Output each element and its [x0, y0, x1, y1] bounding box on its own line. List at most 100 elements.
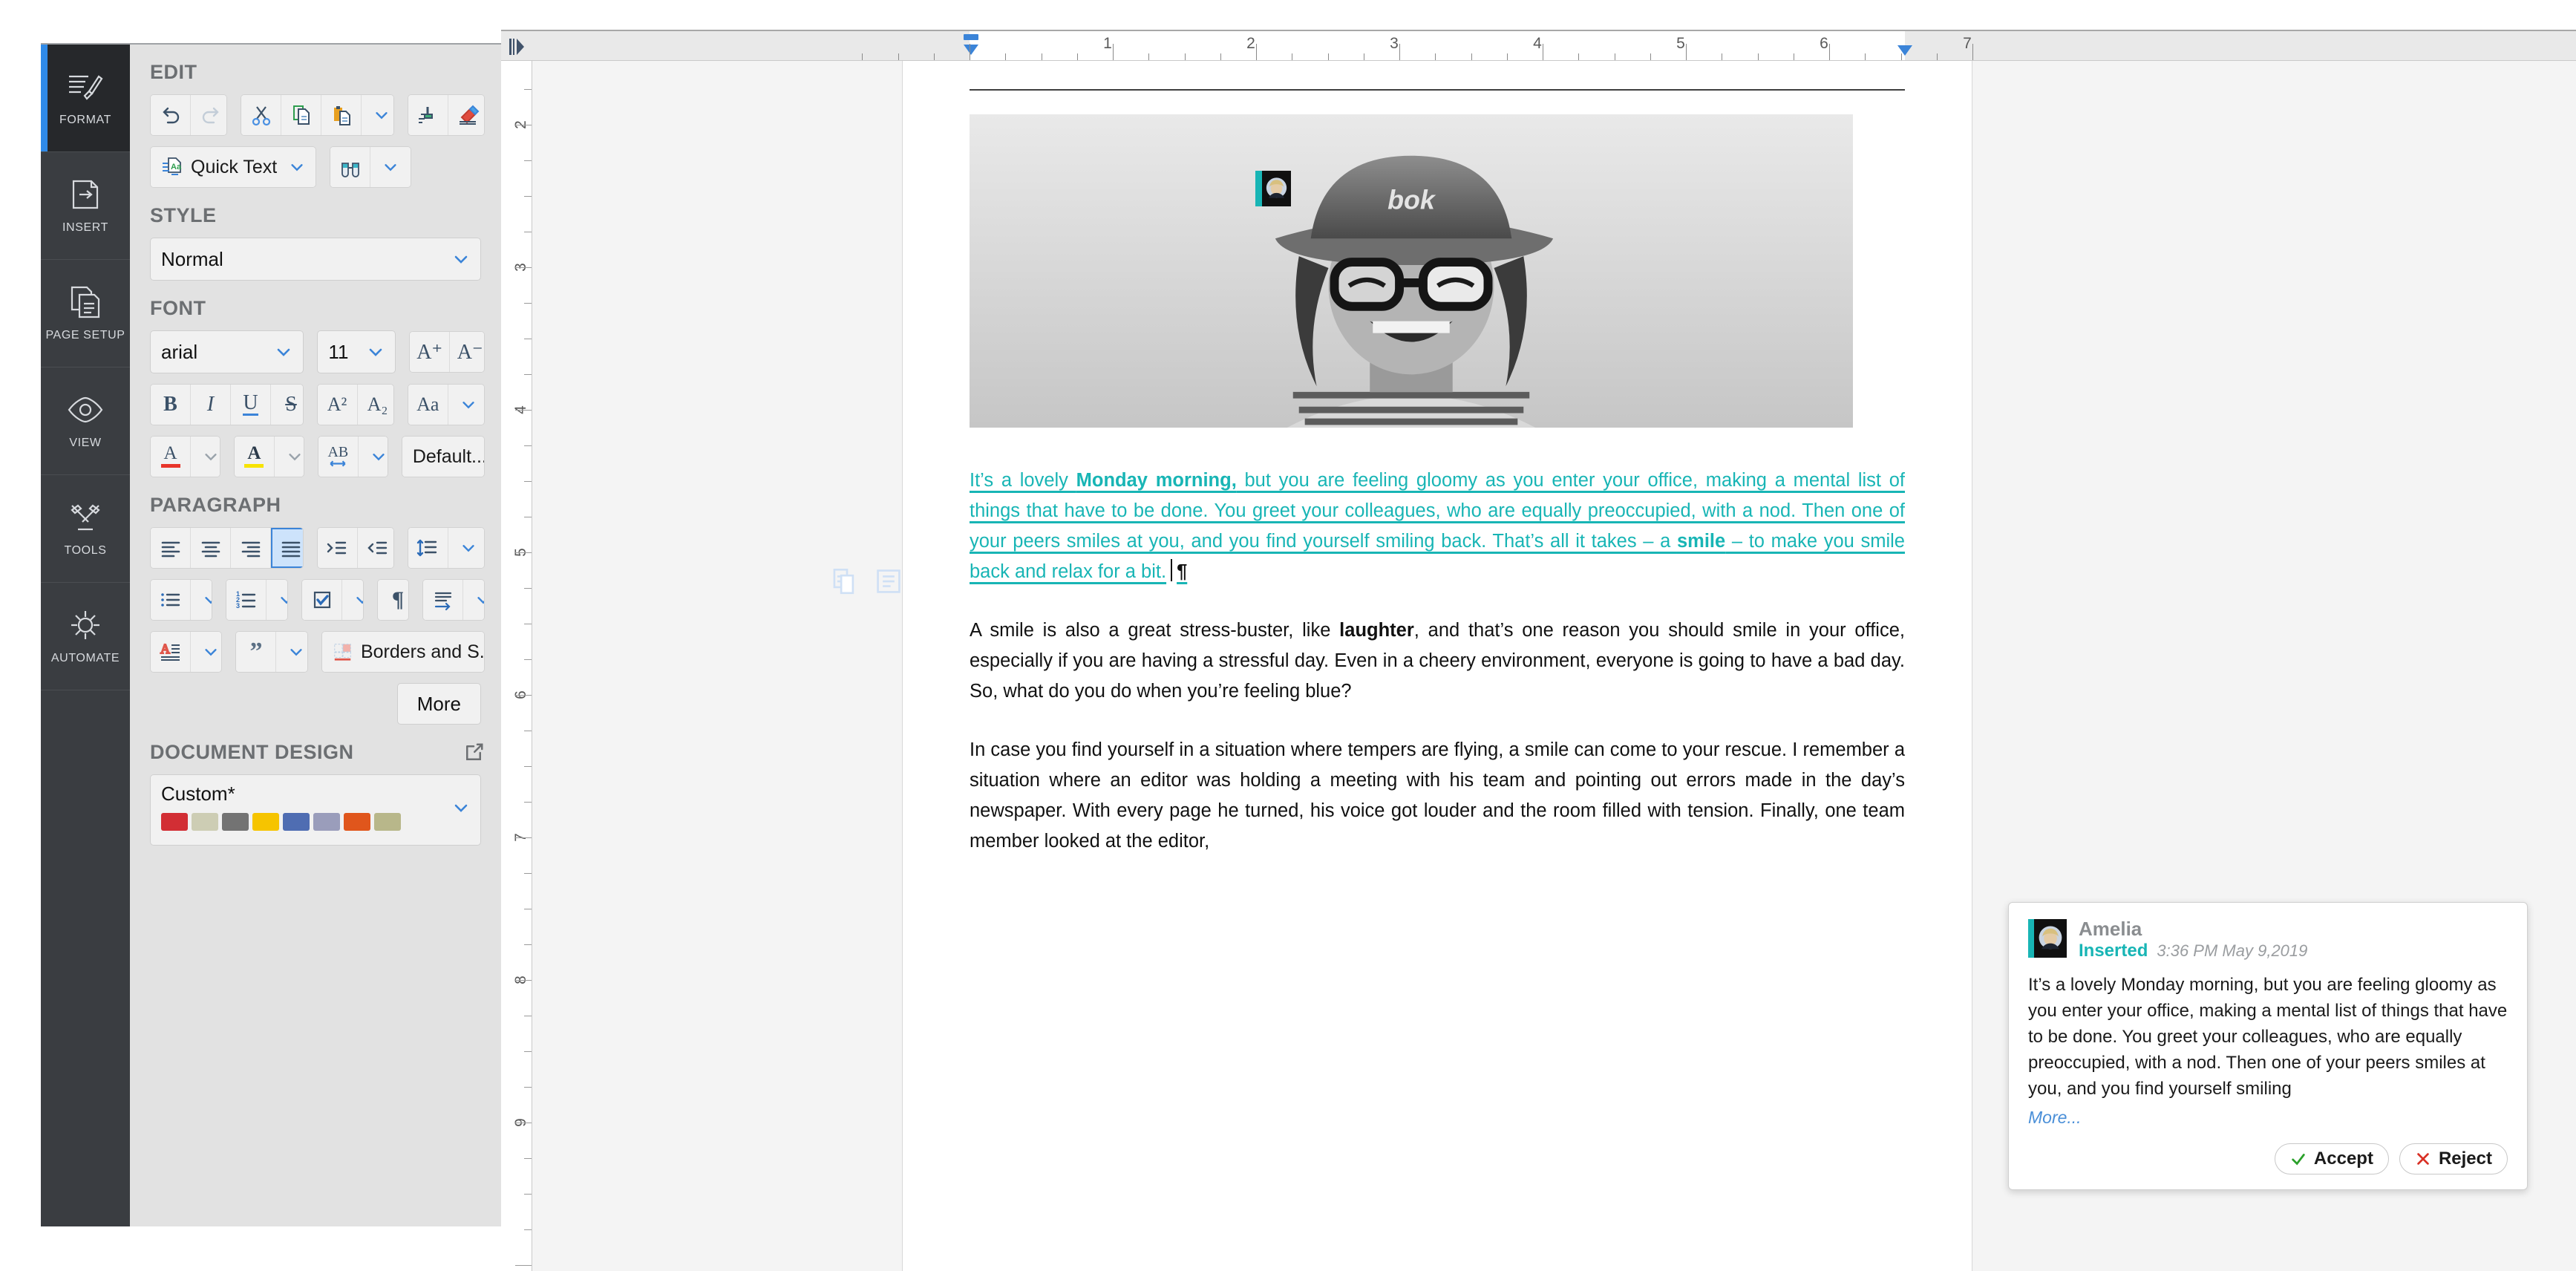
line-spacing-button[interactable]: [408, 528, 448, 568]
font-size-value: 11: [328, 341, 348, 364]
char-spacing-label: AB: [327, 445, 348, 459]
checkbox-list-button[interactable]: [302, 580, 342, 620]
sidebar-item-insert[interactable]: INSERT: [41, 152, 130, 260]
automate-icon: [66, 607, 105, 643]
drop-cap-button[interactable]: A: [151, 632, 191, 672]
align-right-button[interactable]: [231, 528, 271, 568]
line-spacing-chevron-down-icon[interactable]: [448, 528, 485, 568]
font-size-select[interactable]: 11: [317, 330, 396, 373]
clear-formatting-eraser-icon[interactable]: [448, 95, 485, 135]
document-design-select[interactable]: Custom*: [150, 774, 481, 846]
align-left-button[interactable]: [151, 528, 191, 568]
document-image[interactable]: bok: [970, 114, 1853, 428]
checklist-group: [301, 579, 364, 621]
more-button[interactable]: More: [397, 683, 481, 725]
text-color-chevron-down-icon[interactable]: [191, 437, 220, 477]
vertical-ruler[interactable]: 2 3 4 5 6 7 8 9: [501, 61, 532, 1271]
comment-color-bar: [2028, 919, 2034, 958]
font-default-button[interactable]: Default...: [402, 437, 485, 477]
change-case-button[interactable]: Aa: [408, 385, 448, 425]
text-direction-button[interactable]: [423, 580, 463, 620]
italic-button[interactable]: I: [191, 385, 231, 425]
document-page[interactable]: bok: [903, 61, 1972, 1271]
numbered-list-chevron-down-icon[interactable]: [267, 580, 288, 620]
font-family-select[interactable]: arial: [150, 330, 304, 373]
text-direction-chevron-down-icon[interactable]: [463, 580, 485, 620]
line-spacing-group: [408, 527, 485, 569]
document-body[interactable]: It’s a lovely Monday morning, but you ar…: [970, 465, 1905, 885]
shrink-font-button[interactable]: A⁻: [450, 332, 485, 372]
numbered-list-button[interactable]: 1 2 3: [226, 580, 267, 620]
sidebar-item-tools[interactable]: TOOLS: [41, 475, 130, 583]
sidebar-item-page-setup[interactable]: PAGE SETUP: [41, 260, 130, 367]
copy-button[interactable]: [281, 95, 321, 135]
edit-toolbar-row-2: Aa Quick Text: [146, 146, 485, 188]
vruler-tick: [524, 659, 532, 660]
style-select[interactable]: Normal: [150, 238, 481, 281]
external-link-icon[interactable]: [462, 742, 485, 764]
ruler-tick: [1937, 53, 1938, 60]
underline-button[interactable]: U: [231, 385, 271, 425]
reviewer-avatar-flag[interactable]: [1255, 171, 1291, 206]
left-indent-marker[interactable]: [961, 34, 981, 59]
paste-button[interactable]: [321, 95, 362, 135]
sidebar-item-view[interactable]: VIEW: [41, 367, 130, 475]
redo-button[interactable]: [191, 95, 227, 135]
paragraph-settings-icon[interactable]: [503, 35, 530, 59]
char-spacing-chevron-down-icon[interactable]: [359, 437, 388, 477]
track-change-card[interactable]: Amelia Inserted 3:36 PM May 9,2019 It’s …: [2008, 902, 2528, 1190]
checklist-chevron-down-icon[interactable]: [342, 580, 364, 620]
run-1: laughter: [1339, 620, 1414, 641]
quote-chevron-down-icon[interactable]: [276, 632, 307, 672]
paragraph-2[interactable]: A smile is also a great stress-buster, l…: [970, 615, 1905, 707]
find-options-chevron-down-icon[interactable]: [370, 147, 411, 187]
format-painter-button[interactable]: [408, 95, 448, 135]
bullet-list-button[interactable]: [151, 580, 191, 620]
sidebar-label-view: VIEW: [69, 437, 101, 450]
right-indent-marker[interactable]: [1895, 45, 1915, 58]
undo-button[interactable]: [151, 95, 191, 135]
show-formatting-marks-pilcrow-icon[interactable]: ¶: [378, 580, 409, 620]
paragraph-tracked-insertion[interactable]: It’s a lovely Monday morning, but you ar…: [970, 465, 1905, 587]
cut-button[interactable]: [241, 95, 281, 135]
sidebar-item-automate[interactable]: AUTOMATE: [41, 583, 130, 690]
align-justify-button[interactable]: [271, 528, 304, 568]
sidebar-item-format[interactable]: FORMAT: [41, 45, 130, 152]
quote-button[interactable]: ”: [236, 632, 276, 672]
drop-cap-chevron-down-icon[interactable]: [191, 632, 222, 672]
find-binoculars-icon[interactable]: [330, 147, 370, 187]
grow-font-button[interactable]: A⁺: [410, 332, 450, 372]
document-changes-icon[interactable]: [873, 566, 904, 597]
sidebar-label-page-setup: PAGE SETUP: [45, 329, 125, 342]
change-case-chevron-down-icon[interactable]: [448, 385, 485, 425]
paste-options-chevron-down-icon[interactable]: [362, 95, 394, 135]
text-color-button[interactable]: A: [151, 437, 191, 477]
ruler-page-zone: [903, 31, 1972, 60]
comment-more-link[interactable]: More...: [2028, 1108, 2508, 1128]
align-center-button[interactable]: [191, 528, 231, 568]
vruler-tick: [524, 374, 532, 375]
highlight-chevron-down-icon[interactable]: [275, 437, 304, 477]
bullet-list-chevron-down-icon[interactable]: [191, 580, 212, 620]
decrease-indent-button[interactable]: [358, 528, 394, 568]
subscript-button[interactable]: A₂: [358, 385, 394, 425]
quick-text-button[interactable]: Aa Quick Text: [151, 147, 316, 187]
char-spacing-button[interactable]: AB: [318, 437, 359, 477]
superscript-button[interactable]: A²: [318, 385, 358, 425]
bold-button[interactable]: B: [151, 385, 191, 425]
accept-button[interactable]: Accept: [2275, 1143, 2389, 1174]
reject-button[interactable]: Reject: [2399, 1143, 2508, 1174]
compare-changes-icon[interactable]: [831, 566, 863, 597]
horizontal-ruler[interactable]: 1 2 3 4 5 6 7: [501, 30, 2576, 61]
paragraph-3[interactable]: In case you find yourself in a situation…: [970, 735, 1905, 857]
svg-text:Aa: Aa: [171, 163, 182, 171]
strikethrough-button[interactable]: S: [271, 385, 304, 425]
font-style-group: B I U S: [150, 384, 304, 425]
bold-label: B: [163, 393, 177, 416]
quick-text-group: Aa Quick Text: [150, 146, 316, 188]
ruler-tick: [1650, 53, 1651, 60]
highlight-button[interactable]: A: [235, 437, 275, 477]
font-family-value: arial: [161, 341, 197, 364]
borders-and-shading-button[interactable]: Borders and S...: [322, 632, 485, 672]
increase-indent-button[interactable]: [318, 528, 358, 568]
